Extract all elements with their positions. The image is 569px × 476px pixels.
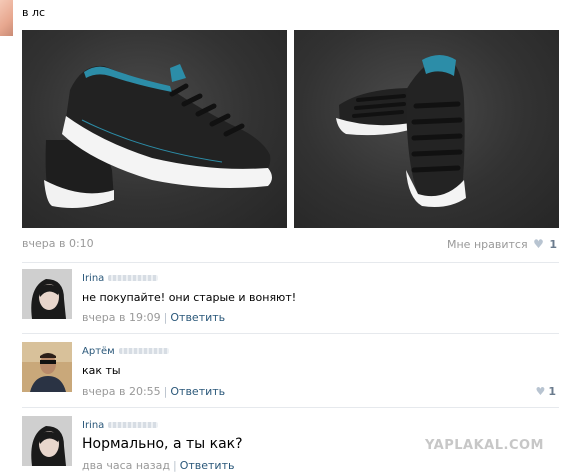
divider — [22, 407, 559, 408]
comment-meta: вчера в 19:09 | Ответить — [82, 311, 226, 324]
like-label: Мне нравится — [447, 238, 528, 251]
comment-avatar[interactable] — [22, 269, 72, 319]
comment-author[interactable]: Irina — [82, 273, 159, 284]
post-photo-1[interactable] — [22, 30, 287, 228]
post-date[interactable]: вчера в 0:10 — [22, 237, 94, 250]
heart-icon: ♥ — [533, 237, 544, 251]
divider — [22, 262, 559, 263]
comment-meta: вчера в 20:55 | Ответить — [82, 385, 226, 398]
avatar-photo — [22, 269, 72, 319]
avatar-photo — [22, 342, 72, 392]
comment-like-count: 1 — [548, 385, 556, 398]
post-text: в лс — [22, 6, 46, 19]
comment-time[interactable]: два часа назад — [82, 459, 170, 472]
post-author-avatar[interactable] — [0, 0, 13, 36]
comment-time[interactable]: вчера в 19:09 — [82, 311, 161, 324]
avatar-photo — [22, 416, 72, 466]
comment-text: не покупайте! они старые и воняют! — [82, 291, 297, 304]
comment-like-button[interactable]: ♥ 1 — [535, 385, 556, 398]
like-count: 1 — [549, 238, 557, 251]
reply-button[interactable]: Ответить — [170, 385, 225, 398]
comment-text: Нормально, а ты как? — [82, 436, 243, 452]
watermark: YAPLAKAL.COM — [425, 438, 544, 453]
comment-meta: два часа назад | Ответить — [82, 459, 235, 472]
reply-button[interactable]: Ответить — [180, 459, 235, 472]
comment-avatar[interactable] — [22, 342, 72, 392]
comment-author[interactable]: Irina — [82, 420, 159, 431]
post-like-button[interactable]: Мне нравится ♥ 1 — [447, 237, 557, 251]
sneaker-front-image — [336, 55, 466, 207]
comment-author[interactable]: Артём — [82, 346, 169, 357]
comment-text: как ты — [82, 364, 121, 377]
comment-time[interactable]: вчера в 20:55 — [82, 385, 161, 398]
heart-icon: ♥ — [535, 385, 546, 398]
post-photo-2[interactable] — [294, 30, 559, 228]
divider — [22, 333, 559, 334]
sneaker-side-image — [44, 64, 272, 208]
comment-avatar[interactable] — [22, 416, 72, 466]
reply-button[interactable]: Ответить — [170, 311, 225, 324]
